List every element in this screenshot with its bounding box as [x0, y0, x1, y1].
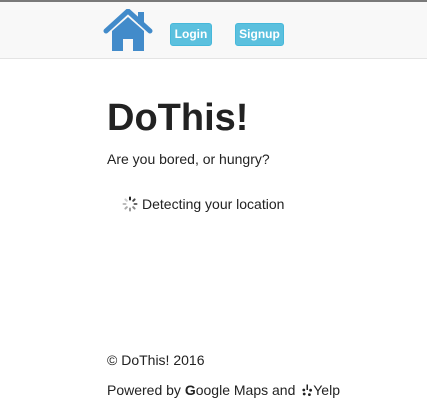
status-text: Detecting your location — [142, 196, 285, 212]
tagline: Are you bored, or hungry? — [107, 151, 270, 167]
google-maps-link[interactable]: Google — [185, 382, 230, 398]
google-logo-text: oogle — [195, 382, 230, 398]
copyright-text: © DoThis! 2016 — [107, 352, 205, 368]
powered-by-line: Powered by Google Maps and Yelp — [107, 381, 340, 399]
login-button[interactable]: Login — [170, 23, 212, 46]
powered-by-label: Powered by — [107, 382, 181, 398]
yelp-link[interactable]: Yelp — [299, 382, 340, 398]
location-status: Detecting your location — [122, 195, 284, 213]
google-logo-letter: G — [184, 382, 196, 398]
yelp-label: Yelp — [313, 382, 340, 398]
loading-spinner-icon — [122, 196, 138, 212]
home-link[interactable] — [102, 9, 154, 53]
page-title: DoThis! — [107, 97, 249, 139]
yelp-icon — [302, 384, 313, 397]
maps-and-label: Maps and — [233, 382, 296, 398]
signup-button[interactable]: Signup — [235, 23, 284, 46]
home-icon — [102, 9, 154, 53]
navbar: Login Signup — [0, 2, 427, 59]
